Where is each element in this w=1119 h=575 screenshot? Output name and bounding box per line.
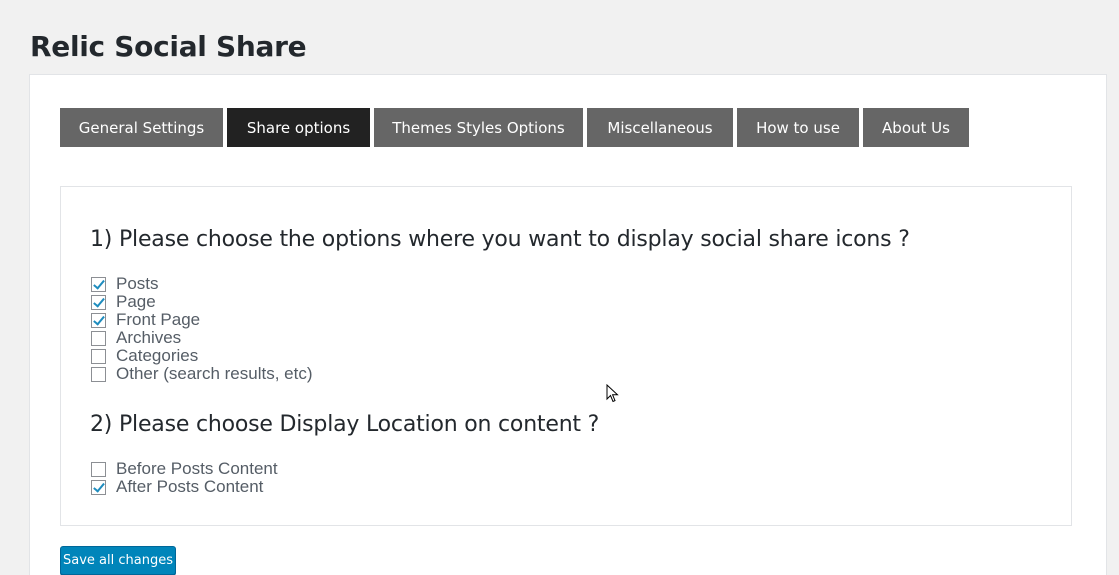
option-label: Other (search results, etc)	[116, 364, 313, 383]
option-label: Posts	[116, 274, 159, 293]
page-checkbox[interactable]	[91, 294, 106, 310]
after-content-checkbox[interactable]	[91, 479, 106, 495]
before-content-checkbox[interactable]	[91, 461, 106, 477]
front-page-checkbox[interactable]	[91, 312, 106, 328]
option-page[interactable]: Page	[91, 292, 313, 311]
tab-general-settings[interactable]: General Settings	[60, 108, 223, 147]
option-front-page[interactable]: Front Page	[91, 310, 313, 329]
tab-about-us[interactable]: About Us	[863, 108, 969, 147]
option-label: Before Posts Content	[116, 459, 278, 478]
option-label: Categories	[116, 346, 199, 365]
option-categories[interactable]: Categories	[91, 346, 313, 365]
option-other[interactable]: Other (search results, etc)	[91, 364, 313, 383]
option-label: After Posts Content	[116, 477, 264, 496]
option-label: Page	[116, 292, 156, 311]
categories-checkbox[interactable]	[91, 348, 106, 364]
save-all-changes-button[interactable]: Save all changes	[60, 546, 176, 575]
option-archives[interactable]: Archives	[91, 328, 313, 347]
archives-checkbox[interactable]	[91, 330, 106, 346]
tab-themes-styles-options[interactable]: Themes Styles Options	[374, 108, 583, 147]
mouse-cursor-icon	[606, 384, 619, 403]
posts-checkbox[interactable]	[91, 276, 106, 292]
option-label: Front Page	[116, 310, 201, 329]
page-title: Relic Social Share	[30, 30, 307, 63]
option-after-posts-content[interactable]: After Posts Content	[91, 477, 278, 496]
display-location-question: 2) Please choose Display Location on con…	[90, 412, 600, 437]
other-checkbox[interactable]	[91, 366, 106, 382]
display-options-list: Posts Page Front Page Archives Categorie…	[91, 274, 313, 383]
tab-miscellaneous[interactable]: Miscellaneous	[587, 108, 733, 147]
tab-how-to-use[interactable]: How to use	[737, 108, 859, 147]
option-before-posts-content[interactable]: Before Posts Content	[91, 459, 278, 478]
tab-share-options[interactable]: Share options	[227, 108, 370, 147]
option-label: Archives	[116, 328, 182, 347]
display-location-list: Before Posts Content After Posts Content	[91, 459, 278, 496]
settings-tabs: General Settings Share options Themes St…	[60, 108, 969, 147]
option-posts[interactable]: Posts	[91, 274, 313, 293]
display-options-question: 1) Please choose the options where you w…	[90, 227, 910, 252]
